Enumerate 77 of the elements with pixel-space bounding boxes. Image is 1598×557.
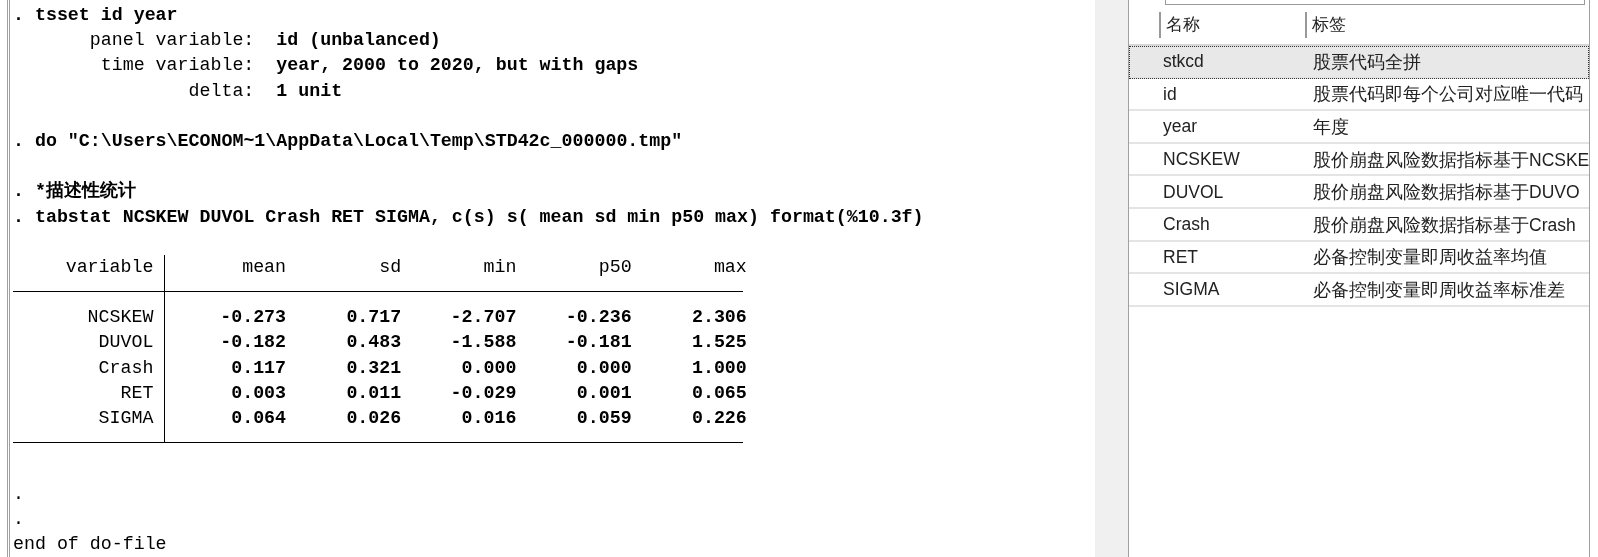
column-header: mean: [241, 255, 287, 279]
table-cell-text: 1.525: [690, 331, 747, 355]
table-cell-text: 0.226: [690, 407, 747, 430]
output-line: .: [13, 507, 24, 531]
column-header: variable: [13, 254, 166, 281]
column-header: max: [712, 255, 747, 279]
variable-row[interactable]: stkcd 股票代码全拼: [1129, 46, 1589, 79]
variable-name: NCSKEW: [1163, 149, 1241, 171]
table-cell-text: 0.117: [230, 356, 287, 380]
variable-row[interactable]: RET 必备控制变量即周收益率均值: [1129, 241, 1589, 275]
table-cell-text: 0.000: [575, 356, 632, 380]
column-header[interactable]: 标签: [1305, 11, 1346, 38]
table-cell-text: 0.000: [460, 356, 517, 380]
table-cell-text: 0.321: [345, 356, 402, 380]
row-label: RET: [13, 380, 166, 406]
table-cell-text: 0.064: [230, 407, 287, 430]
column-header: sd: [378, 255, 402, 279]
variable-label: 年度: [1313, 116, 1349, 139]
variable-row[interactable]: DUVOL 股价崩盘风险数据指标基于DUVO: [1129, 176, 1589, 209]
column-header: min: [482, 255, 517, 279]
table-cell-text: 0.001: [575, 381, 632, 405]
variable-label: 股票代码全拼: [1313, 50, 1421, 74]
splitter-bar[interactable]: [1095, 0, 1129, 557]
table-cell-text: -2.707: [449, 306, 517, 330]
variable-label: 必备控制变量即周收益率均值: [1313, 246, 1547, 270]
table-cell-text: -0.029: [449, 381, 517, 405]
command-line: . *描述性统计: [13, 179, 136, 204]
variable-label: 股价崩盘风险数据指标基于Crash: [1313, 213, 1576, 237]
column-header: p50: [597, 255, 632, 279]
variable-label: 股价崩盘风险数据指标基于NCSKE: [1313, 148, 1590, 172]
setting-value: 1 unit: [276, 79, 343, 103]
table-cell-text: 0.717: [345, 306, 402, 330]
setting-label: time variable:: [99, 54, 255, 78]
row-label: DUVOL: [13, 330, 166, 356]
command-line: . do "C:\Users\ECONOM~1\AppData\Local\Temp\STD42c_000000.tmp": [13, 129, 683, 153]
variable-name: stkcd: [1163, 51, 1205, 73]
variable-name: Crash: [1163, 214, 1211, 236]
table-cell-text: 0.065: [690, 381, 747, 405]
variable-label: 股价崩盘风险数据指标基于DUVO: [1313, 181, 1580, 205]
variable-label: 股票代码即每个公司对应唯一代码: [1313, 83, 1583, 107]
output-line: .: [13, 482, 24, 506]
table-cell-text: -0.273: [219, 306, 287, 330]
table-cell-text: 0.003: [230, 381, 287, 405]
variable-row[interactable]: year 年度: [1129, 111, 1589, 144]
command-line: . tabstat NCSKEW DUVOL Crash RET SIGMA, c(s) s( mean sd min p50 max) format(%10.3f): [13, 205, 924, 229]
variable-name: id: [1163, 83, 1178, 105]
setting-label: panel variable:: [88, 29, 255, 53]
variable-label: 必备控制变量即周收益率标准差: [1313, 278, 1565, 302]
variable-name: RET: [1163, 246, 1199, 268]
table-cell-text: 0.059: [575, 407, 632, 430]
variable-row[interactable]: Crash 股价崩盘风险数据指标基于Crash: [1129, 208, 1589, 242]
command-line: . tsset id year: [13, 4, 178, 27]
table-cell-text: 2.306: [690, 306, 747, 330]
variable-name: SIGMA: [1163, 279, 1221, 301]
table-cell-text: -1.588: [449, 331, 517, 355]
variable-row[interactable]: SIGMA 必备控制变量即周收益率标准差: [1129, 274, 1589, 307]
setting-value: id (unbalanced): [276, 29, 441, 53]
setting-value: year, 2000 to 2020, but with gaps: [276, 54, 639, 78]
row-label: Crash: [13, 355, 166, 381]
row-label: NCSKEW: [13, 305, 166, 331]
row-label: SIGMA: [13, 406, 166, 432]
table-cell-text: 0.011: [345, 381, 402, 405]
table-cell-text: 1.000: [690, 356, 747, 380]
table-cell-text: 0.483: [345, 331, 402, 355]
search-field[interactable]: [1165, 0, 1585, 5]
variable-name: year: [1163, 116, 1199, 138]
column-header[interactable]: 名称: [1159, 11, 1305, 38]
table-cell-text: -0.236: [564, 306, 632, 330]
setting-label: delta:: [187, 79, 255, 103]
variable-name: DUVOL: [1163, 181, 1225, 203]
table-cell-text: 0.026: [345, 407, 402, 430]
output-line: end of do-file: [13, 532, 167, 556]
variable-row[interactable]: id 股票代码即每个公司对应唯一代码: [1129, 78, 1589, 112]
table-cell-text: 0.016: [460, 407, 517, 430]
table-cell-text: -0.182: [219, 331, 287, 355]
table-cell-text: -0.181: [564, 331, 632, 355]
variable-row[interactable]: NCSKEW 股价崩盘风险数据指标基于NCSKE: [1129, 143, 1589, 177]
